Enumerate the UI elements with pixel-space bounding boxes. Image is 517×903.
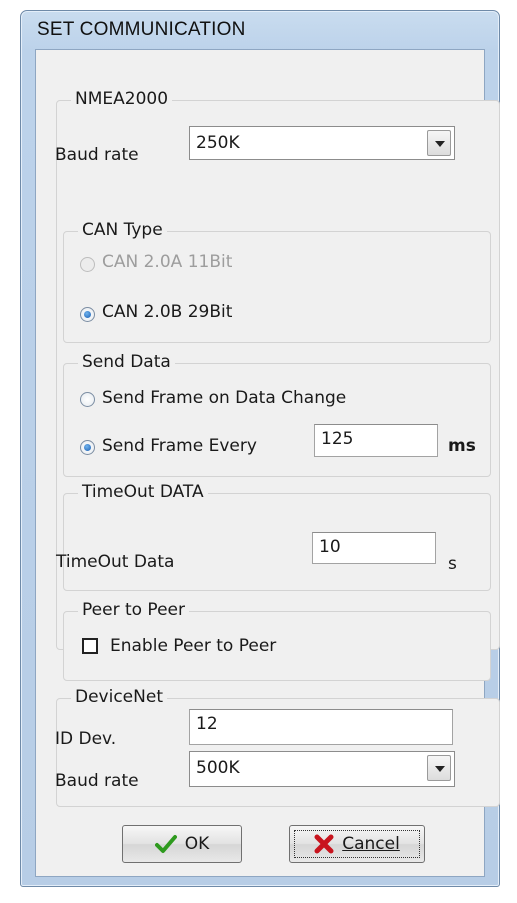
devicenet-baud-value: 500K: [196, 758, 240, 778]
send-on-change-label[interactable]: Send Frame on Data Change: [102, 388, 346, 408]
timeout-input[interactable]: 10: [312, 532, 436, 564]
can-20b-label[interactable]: CAN 2.0B 29Bit: [102, 302, 232, 322]
can-type-legend: CAN Type: [78, 220, 167, 240]
send-every-unit: ms: [448, 436, 476, 456]
timeout-legend: TimeOut DATA: [78, 482, 208, 502]
devicenet-group: DeviceNet ID Dev. 12 Baud rate 500K: [55, 687, 500, 807]
chevron-down-icon[interactable]: [427, 130, 451, 156]
dialog-window: SET COMMUNICATION NMEA2000 Baud rate 250…: [20, 10, 500, 887]
timeout-label: TimeOut Data: [56, 552, 175, 572]
ok-button-label: OK: [184, 834, 210, 854]
timeout-unit: s: [448, 554, 457, 574]
devicenet-legend: DeviceNet: [71, 687, 167, 707]
peer-group: Peer to Peer Enable Peer to Peer: [63, 600, 491, 681]
nmea2000-group: NMEA2000 Baud rate 250K CAN Type CAN 2.0…: [55, 89, 500, 681]
can-20a-radio: [80, 257, 95, 272]
nmea-baud-value: 250K: [196, 133, 240, 153]
can-20a-label: CAN 2.0A 11Bit: [102, 252, 233, 272]
id-dev-input[interactable]: 12: [189, 709, 453, 745]
devicenet-baud-label: Baud rate: [55, 771, 139, 791]
ok-button[interactable]: OK: [122, 825, 242, 863]
send-data-legend: Send Data: [78, 352, 175, 372]
x-icon: [314, 834, 334, 854]
send-every-label[interactable]: Send Frame Every: [102, 436, 257, 456]
send-data-group: Send Data Send Frame on Data Change Send…: [63, 352, 491, 477]
cancel-button-label: Cancel: [342, 834, 400, 854]
devicenet-baud-select[interactable]: 500K: [189, 751, 455, 787]
checkmark-icon: [154, 835, 177, 853]
chevron-down-icon[interactable]: [427, 755, 451, 781]
can-type-group: CAN Type CAN 2.0A 11Bit CAN 2.0B 29Bit: [63, 220, 491, 343]
nmea-baud-select[interactable]: 250K: [189, 126, 455, 160]
nmea2000-legend: NMEA2000: [71, 89, 173, 109]
nmea-baud-label: Baud rate: [55, 145, 139, 165]
can-20b-radio[interactable]: [80, 307, 95, 322]
enable-peer-label[interactable]: Enable Peer to Peer: [110, 636, 276, 656]
send-every-radio[interactable]: [80, 440, 95, 455]
window-title: SET COMMUNICATION: [37, 19, 246, 40]
id-dev-label: ID Dev.: [55, 729, 117, 749]
peer-legend: Peer to Peer: [78, 600, 189, 620]
send-every-input[interactable]: 125: [314, 424, 438, 457]
enable-peer-checkbox[interactable]: [82, 638, 98, 654]
send-on-change-radio[interactable]: [80, 392, 95, 407]
timeout-group: TimeOut DATA TimeOut Data 10 s: [56, 482, 491, 591]
cancel-button[interactable]: Cancel: [289, 825, 425, 863]
dialog-client-area: NMEA2000 Baud rate 250K CAN Type CAN 2.0…: [35, 49, 500, 877]
